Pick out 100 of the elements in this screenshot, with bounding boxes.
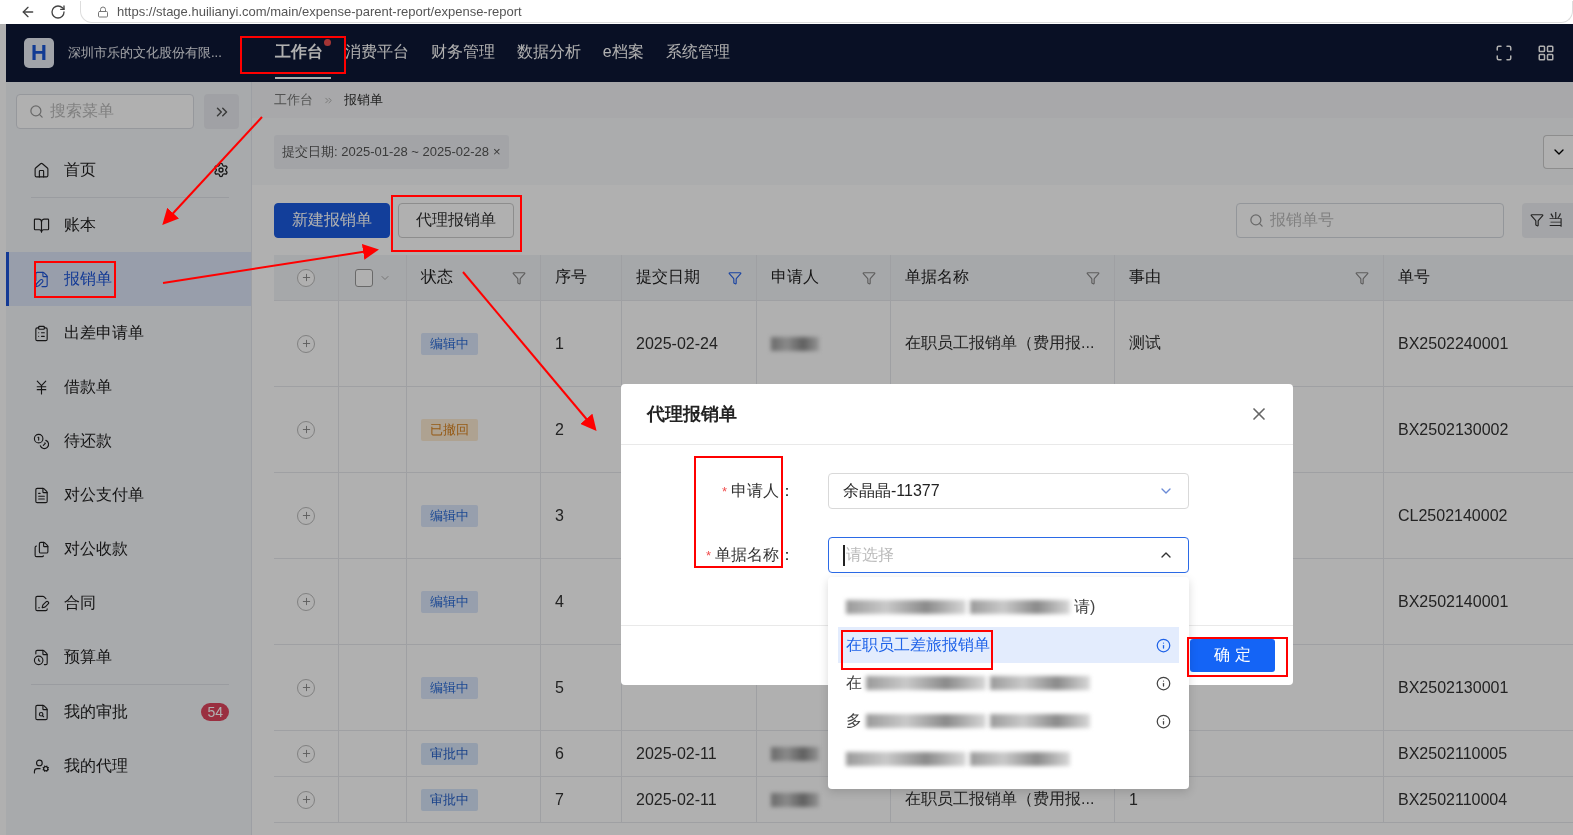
sidebar-label: 预算单 [64,646,112,667]
documents-icon [33,540,50,558]
select-all-checkbox[interactable] [354,268,373,287]
plus-icon [300,682,312,693]
fullscreen-icon[interactable] [1495,44,1513,62]
sidebar-label: 我的代理 [64,755,128,776]
expand-row-button[interactable] [297,678,315,697]
plus-icon [300,510,312,521]
table-cell: 7 [555,790,564,809]
sidebar-label: 报销单 [64,268,112,289]
filter-icon[interactable] [728,270,742,285]
document-search-icon [33,703,50,721]
toolbar-button[interactable]: 新建报销单 [274,202,390,238]
edit-document-icon [33,270,50,288]
table-cell: BX2502110005 [1398,744,1508,763]
expand-row-button[interactable] [297,790,315,809]
sidebar-item[interactable]: 报销单 [6,252,251,306]
dropdown-option[interactable]: 多 [838,703,1179,739]
address-bar[interactable]: https://stage.huilianyi.com/main/expense-parent-report/expense-report [80,1,1573,23]
expand-row-button[interactable] [297,334,315,353]
sidebar-label: 我的审批 [64,701,128,722]
collapse-button[interactable] [204,94,239,129]
url-text: https://stage.huilianyi.com/main/expense-parent-report/expense-report [117,4,522,19]
sidebar-item[interactable]: 首页 [6,143,251,197]
table-cell-text: 在职员工报销单（费用报... [905,789,1095,809]
sidebar-label: 出差申请单 [64,322,144,343]
required-mark: * [705,547,711,563]
info-icon[interactable] [1156,713,1171,729]
nav-tab[interactable]: 消费平台 [344,27,417,79]
sidebar-item[interactable]: 我的审批 54 [6,685,251,739]
plus-icon [300,596,312,607]
sidebar-label: 账本 [64,214,96,235]
field-label-text: 单据名称： [715,545,795,563]
sidebar-item[interactable]: 对公收款 [6,522,251,576]
dropdown-option[interactable]: 在 [838,665,1179,701]
status-tag: 已撤回 [421,418,478,441]
filter-button[interactable]: 当 [1522,202,1573,238]
select-field[interactable]: 余晶晶-11377 [828,473,1189,509]
sidebar-item[interactable]: 我的代理 [6,739,251,793]
expand-row-button[interactable] [297,506,315,525]
toolbar-button[interactable]: 代理报销单 [398,202,514,238]
info-icon[interactable] [1156,637,1171,653]
sidebar-item[interactable]: 合同 [6,576,251,630]
plus-icon [300,272,312,283]
nav-tab[interactable]: e档案 [602,27,652,79]
filter-icon[interactable] [1086,270,1100,285]
nav-tab[interactable]: 系统管理 [665,27,738,79]
dropdown-option[interactable]: 在职员工差旅报销单 [838,627,1179,663]
expand-row-button[interactable] [297,592,315,611]
column-title: 提交日期 [636,267,700,287]
reload-icon[interactable] [50,4,66,20]
status-tag: 编辑中 [421,676,478,699]
expand-row-button[interactable] [297,744,315,763]
nav-tab[interactable]: 数据分析 [516,27,589,79]
remove-tag-button[interactable]: × [493,144,501,159]
status-tag: 编辑中 [421,504,478,527]
table-cell: 2 [555,420,564,439]
expand-all-button[interactable] [297,268,315,287]
sidebar-item[interactable]: 账本 [6,198,251,252]
info-icon[interactable] [1156,675,1171,691]
nav-tab[interactable]: 工作台 [274,27,331,79]
search-icon [29,104,44,119]
sidebar-item[interactable]: 待还款 [6,414,251,468]
count-badge: 54 [201,703,229,721]
lock-icon [97,5,109,18]
expand-filter-button[interactable] [1543,134,1573,169]
expand-row-button[interactable] [297,420,315,439]
sidebar-item[interactable]: 出差申请单 [6,306,251,360]
filter-icon[interactable] [1355,270,1369,285]
sidebar-label: 对公支付单 [64,484,144,505]
filter-icon[interactable] [512,270,526,285]
table-cell: BX2502140001 [1398,592,1509,611]
column-title: 单据名称 [905,267,969,287]
status-tag: 审批中 [421,742,478,765]
table-cell: BX2502240001 [1398,334,1509,353]
sidebar-label: 借款单 [64,376,112,397]
nav-tab[interactable]: 财务管理 [430,27,503,79]
column-title: 状态 [421,267,453,287]
grid-icon[interactable] [1537,44,1555,62]
table-cell: 2025-02-24 [636,334,718,353]
table-cell: CL2502140002 [1398,506,1508,525]
sidebar-item[interactable]: 预算单 [6,630,251,684]
sidebar-label: 首页 [64,159,96,180]
plus-icon [300,794,312,805]
book-icon [33,216,50,234]
table-cell: 2025-02-11 [636,744,717,763]
table-cell: 5 [555,678,564,697]
plus-icon [300,424,312,435]
settings-icon[interactable] [213,162,229,178]
table-cell-text: 在职员工报销单（费用报... [905,333,1095,353]
breadcrumb-link[interactable]: 报销单 [344,91,383,109]
back-icon[interactable] [20,4,36,20]
filter-icon[interactable] [862,270,876,285]
confirm-button[interactable]: 确 定 [1190,639,1275,672]
column-title: 序号 [555,267,587,287]
dropdown-option[interactable]: 请) [838,589,1179,625]
sidebar-item[interactable]: 借款单 [6,360,251,414]
sidebar-item[interactable]: 对公支付单 [6,468,251,522]
table-cell-text: 测试 [1129,333,1161,353]
company-name: 深圳市乐的文化股份有限... [68,44,222,62]
